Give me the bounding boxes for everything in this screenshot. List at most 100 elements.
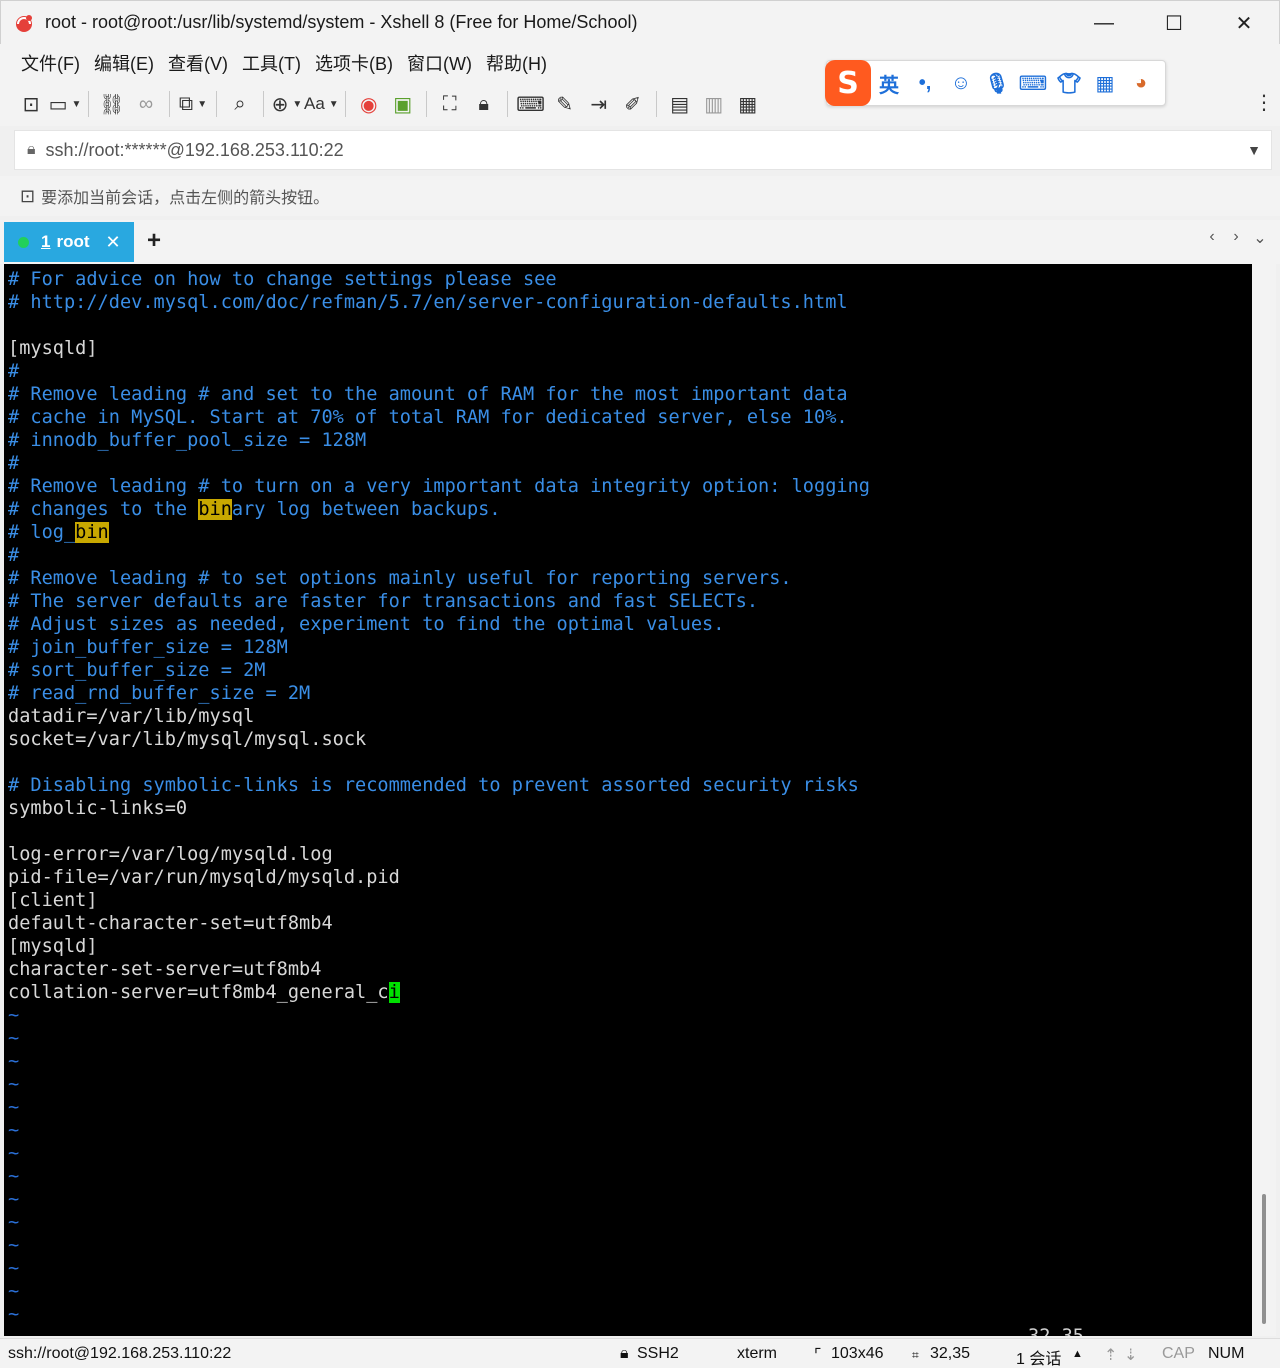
terminal-line: # Disabling symbolic-links is recommende… [8, 775, 859, 796]
compose-icon[interactable]: ▥ [697, 86, 731, 122]
xshell-icon[interactable]: ◉ [352, 86, 386, 122]
terminal-line: # Remove leading # to set options mainly… [8, 568, 792, 589]
keyboard-icon[interactable]: ⌨ [514, 86, 548, 122]
terminal-line: # Adjust sizes as needed, experiment to … [8, 614, 725, 635]
terminal-line: collation-server=utf8mb4_general_ci [8, 982, 400, 1003]
chevron-down-icon[interactable]: ▼ [1237, 142, 1271, 158]
edit-icon[interactable]: ✎ [548, 86, 582, 122]
terminal-line: # changes to the binary log between back… [8, 499, 501, 520]
terminal-line: ~ [8, 1120, 20, 1141]
microphone-icon[interactable]: 🎙︎ [979, 60, 1015, 106]
address-bar: 🔒︎ ▼ [14, 130, 1272, 170]
menu-edit[interactable]: 编辑(E) [87, 50, 161, 76]
transfer-icon[interactable]: ⇥ [582, 86, 616, 122]
tab-label: root [56, 232, 90, 251]
fullscreen-icon[interactable]: ⛶ [433, 86, 467, 122]
terminal-line: pid-file=/var/run/mysqld/mysqld.pid [8, 867, 400, 888]
terminal-line: # [8, 361, 20, 382]
ime-logo[interactable]: S [825, 60, 871, 106]
terminal-line: # sort_buffer_size = 2M [8, 660, 266, 681]
terminal-line: # Remove leading # to turn on a very imp… [8, 476, 870, 497]
status-term: xterm [737, 1345, 777, 1362]
status-sessions[interactable]: 1 会话 [1016, 1345, 1061, 1368]
terminal-line: # log_bin [8, 522, 109, 543]
address-input[interactable] [45, 139, 1237, 161]
more-options-icon[interactable]: ⋮ [1254, 90, 1274, 115]
open-folder-icon[interactable]: ▭ ▼ [48, 86, 82, 122]
tab-close-icon[interactable]: ✕ [106, 232, 121, 253]
maximize-button[interactable]: ☐ [1139, 1, 1209, 45]
xftp-icon[interactable]: ▣ [386, 86, 420, 122]
font-icon[interactable]: Aa ▼ [304, 86, 339, 122]
download-icon[interactable]: ⇣ [1124, 1345, 1137, 1365]
terminal-line: ~ [8, 1028, 20, 1049]
vim-cursor-position: 32,35 [1028, 1325, 1084, 1336]
upload-icon[interactable]: ⇡ [1104, 1345, 1117, 1365]
mascot-icon[interactable]: ◕ [1123, 60, 1159, 106]
terminal-line: ~ [8, 1097, 20, 1118]
terminal-size-icon: ⌜ [814, 1347, 822, 1364]
new-window-icon[interactable]: ⧉ ▼ [176, 86, 210, 122]
terminal-line: log-error=/var/log/mysqld.log [8, 844, 333, 865]
tab-number: 1 [41, 232, 51, 251]
minimize-button[interactable]: — [1069, 1, 1139, 45]
terminal-line: # join_buffer_size = 128M [8, 637, 288, 658]
notes-icon[interactable]: ▦ [731, 86, 765, 122]
session-hint-text: 要添加当前会话，点击左侧的箭头按钮。 [41, 190, 330, 207]
terminal[interactable]: # For advice on how to change settings p… [4, 264, 1252, 1336]
status-cursor: 32,35 [930, 1345, 971, 1362]
menu-tools[interactable]: 工具(T) [235, 50, 308, 76]
toolbox-icon[interactable]: ▦ [1087, 60, 1123, 106]
lock-icon: 🔒︎ [27, 141, 36, 158]
close-button[interactable]: ✕ [1209, 1, 1279, 45]
terminal-line: ~ [8, 1166, 20, 1187]
terminal-line: socket=/var/lib/mysql/mysql.sock [8, 729, 367, 750]
cursor-pos-icon: ⌗ [912, 1348, 919, 1362]
ime-language-toggle[interactable]: 英 [871, 60, 907, 106]
emoji-icon[interactable]: ☺ [943, 60, 979, 106]
menu-file[interactable]: 文件(F) [14, 50, 87, 76]
add-session-arrow-icon[interactable]: ⊡ [20, 186, 35, 207]
terminal-line: datadir=/var/lib/mysql [8, 706, 255, 727]
lock-icon[interactable]: 🔒︎ [467, 86, 501, 122]
skin-icon[interactable]: 👕︎ [1051, 60, 1087, 106]
globe-icon[interactable]: ⊕ ▼ [270, 86, 304, 122]
tab-next-icon[interactable]: › [1224, 228, 1248, 248]
script-icon[interactable]: ✐ [616, 86, 650, 122]
ime-punctuation-toggle[interactable]: •, [907, 60, 943, 106]
search-icon[interactable]: ⌕ [223, 86, 257, 122]
tab-list-icon[interactable]: ⌄ [1248, 228, 1272, 248]
scrollbar-thumb[interactable] [1262, 1194, 1266, 1324]
terminal-line: ~ [8, 1281, 20, 1302]
font-label: Aa [304, 94, 325, 113]
session-hint-bar: ⊡ 要添加当前会话，点击左侧的箭头按钮。 [0, 176, 1280, 216]
terminal-line: ~ [8, 1051, 20, 1072]
terminal-line: [client] [8, 890, 98, 911]
terminal-line: ~ [8, 1143, 20, 1164]
soft-keyboard-icon[interactable]: ⌨ [1015, 60, 1051, 106]
terminal-line: ~ [8, 1258, 20, 1279]
terminal-line: # read_rnd_buffer_size = 2M [8, 683, 311, 704]
log-icon[interactable]: ▤ [663, 86, 697, 122]
menu-window[interactable]: 窗口(W) [400, 50, 479, 76]
menu-help[interactable]: 帮助(H) [479, 50, 554, 76]
terminal-line: character-set-server=utf8mb4 [8, 959, 322, 980]
new-tab-button[interactable]: + [142, 226, 166, 256]
disconnect-icon[interactable]: ⛓ [95, 86, 129, 122]
new-session-icon[interactable]: ⊡ [14, 86, 48, 122]
tab-prev-icon[interactable]: ‹ [1200, 228, 1224, 248]
window-title: root - root@root:/usr/lib/systemd/system… [45, 12, 638, 32]
status-bar: ssh://root@192.168.253.110:22 🔒︎ SSH2 xt… [0, 1338, 1280, 1368]
menu-view[interactable]: 查看(V) [161, 50, 235, 76]
status-protocol: SSH2 [637, 1345, 679, 1362]
terminal-scrollbar[interactable] [1252, 264, 1276, 1336]
menu-tabs[interactable]: 选项卡(B) [308, 50, 400, 76]
tab-root[interactable]: 1 root ✕ [4, 222, 134, 262]
vim-status-line: 32,35 全部 [4, 1302, 1252, 1336]
terminal-line: # Remove leading # and set to the amount… [8, 384, 848, 405]
sessions-caret-icon[interactable]: ▲ [1072, 1348, 1083, 1360]
reconnect-icon[interactable]: ∞ [129, 86, 163, 122]
